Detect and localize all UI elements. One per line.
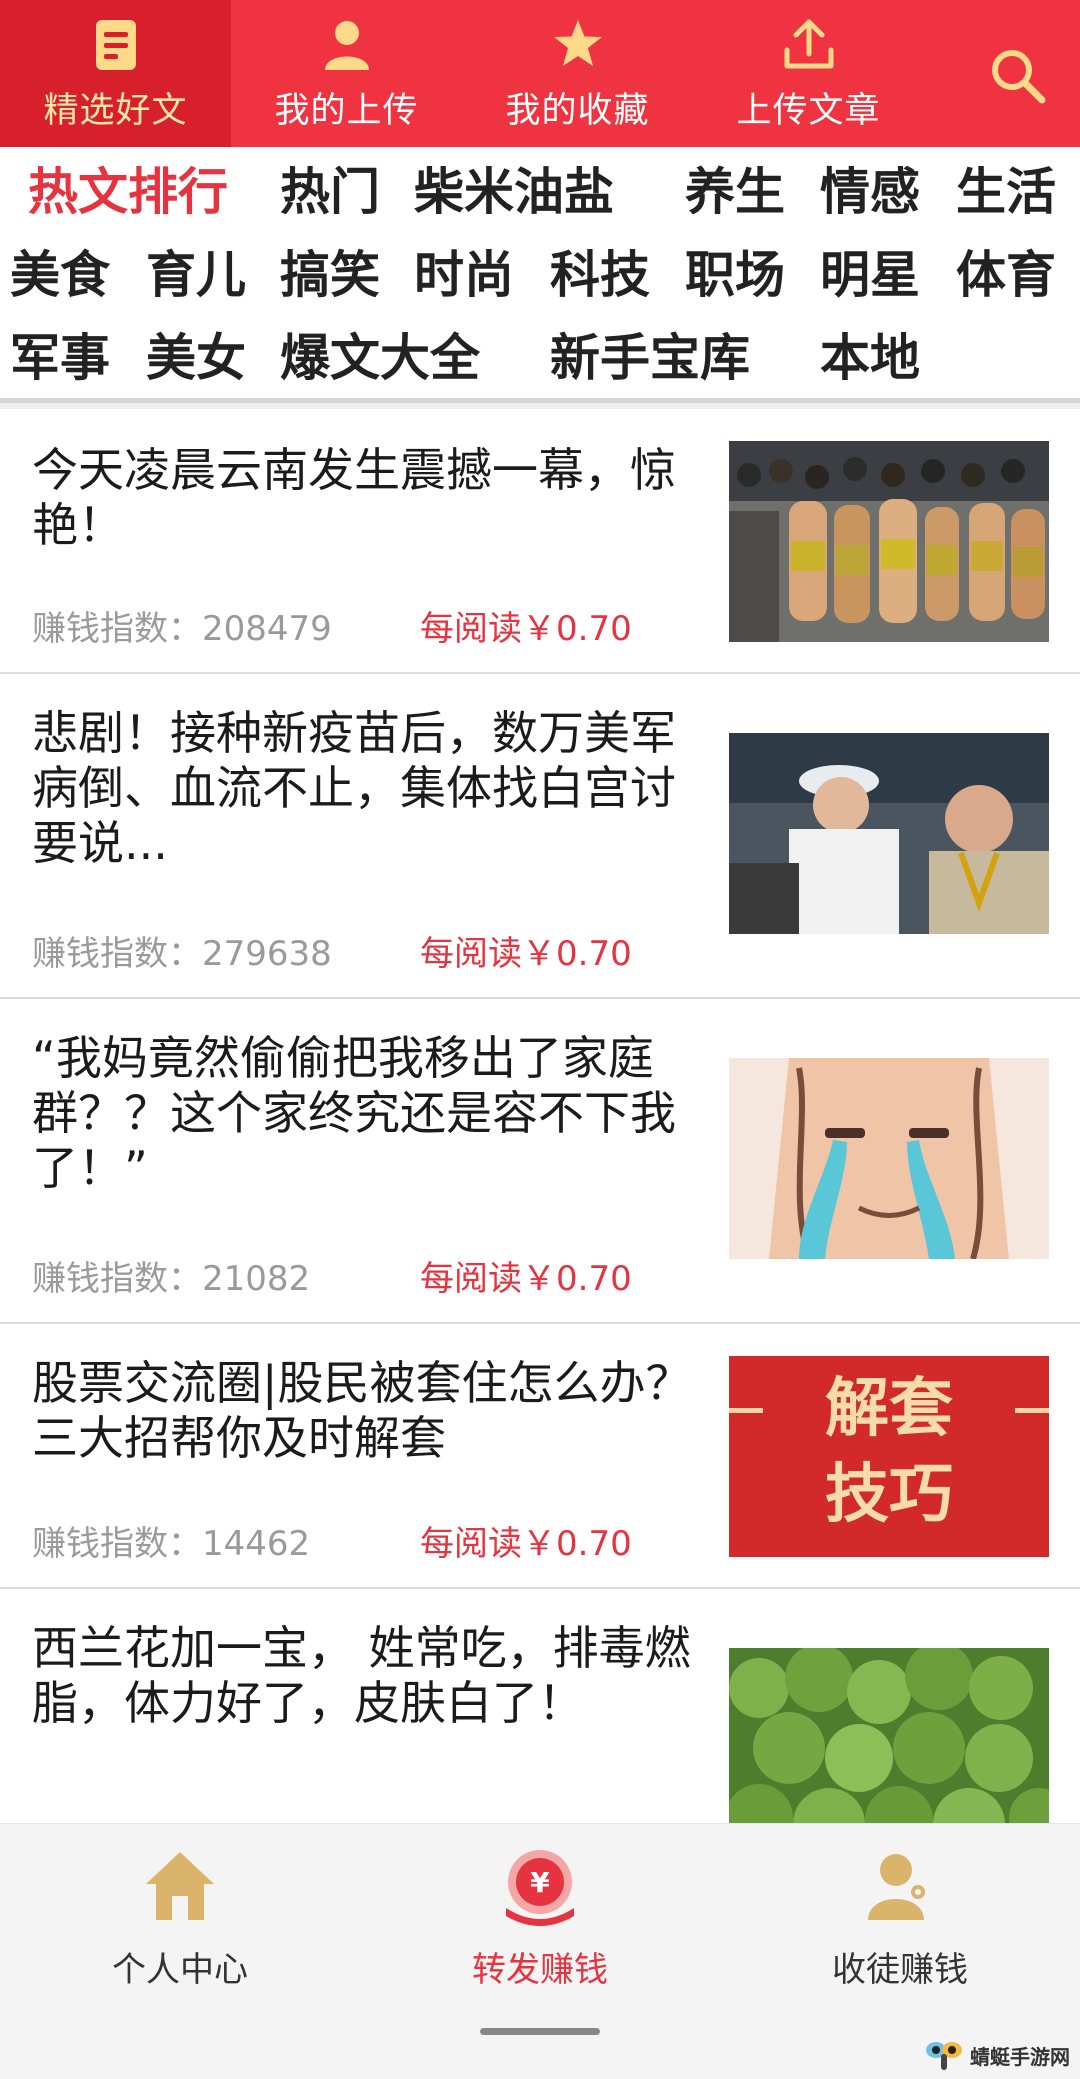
svg-text:¥: ¥ xyxy=(530,1866,550,1899)
search-icon[interactable] xyxy=(986,44,1050,108)
category-item[interactable]: 明星 xyxy=(820,250,920,300)
home-icon xyxy=(146,1852,214,1920)
category-grid: 热文排行 热门 柴米油盐 养生 情感 生活 美食 育儿 搞笑 时尚 科技 职场 … xyxy=(0,147,1080,400)
tab-my-favorites[interactable]: 我的收藏 xyxy=(462,0,693,147)
nav-personal-center[interactable]: 个人中心 xyxy=(50,1846,310,1991)
article-thumbnail[interactable] xyxy=(729,1648,1049,1823)
article-thumbnail[interactable] xyxy=(729,733,1049,934)
article-thumbnail[interactable] xyxy=(729,1058,1049,1259)
article-title[interactable]: 西兰花加一宝， 姓常吃，排毒燃脂，体力好了，皮肤白了！ xyxy=(32,1621,702,1731)
category-item[interactable]: 美食 xyxy=(10,250,110,300)
upload-icon xyxy=(784,19,833,69)
category-item[interactable]: 本地 xyxy=(820,333,920,383)
category-item[interactable]: 情感 xyxy=(820,167,920,217)
article-thumbnail[interactable] xyxy=(729,441,1049,642)
watermark-text: 蜻蜓手游网 xyxy=(970,2044,1070,2069)
category-item[interactable]: 美女 xyxy=(146,333,246,383)
watermark: 蜻蜓手游网 xyxy=(924,2038,1070,2072)
tab-label: 我的上传 xyxy=(274,91,419,131)
category-hot-ranking[interactable]: 热文排行 xyxy=(28,167,228,217)
earning-index: 赚钱指数：21082 xyxy=(32,1259,311,1299)
user-icon xyxy=(324,21,369,70)
list-item[interactable]: 西兰花加一宝， 姓常吃，排毒燃脂，体力好了，皮肤白了！ xyxy=(0,1589,1080,1823)
category-item[interactable]: 时尚 xyxy=(414,250,514,300)
tab-upload-article[interactable]: 上传文章 xyxy=(693,0,924,147)
list-item[interactable]: “我妈竟然偷偷把我移出了家庭群？？这个家终究还是容不下我了！” 赚钱指数：210… xyxy=(0,999,1080,1324)
reward-per-read: 每阅读￥0.70 xyxy=(420,1524,632,1564)
article-list[interactable]: 今天凌晨云南发生震撼一幕，惊艳！ 赚钱指数：208479 每阅读￥0.70 悲剧… xyxy=(0,409,1080,1823)
bottom-nav-bar: 个人中心 ¥ 转发赚钱 收徒赚钱 xyxy=(0,1823,1080,2079)
list-item[interactable]: 股票交流圈|股民被套住怎么办？三大招帮你及时解套 赚钱指数：14462 每阅读￥… xyxy=(0,1324,1080,1589)
category-item[interactable]: 生活 xyxy=(956,167,1056,217)
earning-index: 赚钱指数：208479 xyxy=(32,609,332,649)
home-indicator[interactable] xyxy=(480,2028,600,2035)
top-nav-bar: 精选好文 我的上传 我的收藏 上传文章 xyxy=(0,0,1080,147)
article-title[interactable]: 今天凌晨云南发生震撼一幕，惊艳！ xyxy=(32,443,702,553)
nav-share-earn[interactable]: ¥ 转发赚钱 xyxy=(410,1846,670,1991)
reward-per-read: 每阅读￥0.70 xyxy=(420,1259,632,1299)
thumbnail-text: 技巧 xyxy=(825,1458,953,1532)
earning-index: 赚钱指数：279638 xyxy=(32,934,332,974)
star-icon xyxy=(553,20,602,66)
dragonfly-logo-icon xyxy=(926,2042,962,2070)
yuan-coin-icon: ¥ xyxy=(506,1850,574,1926)
category-item[interactable]: 体育 xyxy=(956,250,1056,300)
category-item[interactable]: 育儿 xyxy=(146,250,246,300)
thumbnail-text: 解套 xyxy=(825,1372,953,1446)
category-item[interactable]: 热门 xyxy=(280,167,380,217)
reward-per-read: 每阅读￥0.70 xyxy=(420,609,632,649)
article-thumbnail[interactable]: 解套 技巧 xyxy=(729,1356,1049,1557)
category-item[interactable]: 搞笑 xyxy=(280,250,380,300)
recruit-user-icon xyxy=(868,1854,929,1920)
tab-my-uploads[interactable]: 我的上传 xyxy=(231,0,462,147)
nav-label: 收徒赚钱 xyxy=(832,1950,968,1990)
tab-label: 我的收藏 xyxy=(505,91,650,131)
article-title[interactable]: 股票交流圈|股民被套住怎么办？三大招帮你及时解套 xyxy=(32,1356,702,1466)
tab-label: 上传文章 xyxy=(736,91,881,131)
list-item[interactable]: 悲剧！接种新疫苗后，数万美军病倒、血流不止，集体找白宫讨要说... 赚钱指数：2… xyxy=(0,674,1080,999)
article-icon xyxy=(95,20,136,70)
category-item[interactable]: 新手宝库 xyxy=(550,333,750,383)
list-item[interactable]: 今天凌晨云南发生震撼一幕，惊艳！ 赚钱指数：208479 每阅读￥0.70 xyxy=(0,409,1080,674)
category-item[interactable]: 爆文大全 xyxy=(280,333,480,383)
category-item[interactable]: 职场 xyxy=(685,250,785,300)
tab-featured-articles[interactable]: 精选好文 xyxy=(0,0,231,147)
nav-label: 转发赚钱 xyxy=(472,1950,608,1990)
category-item[interactable]: 科技 xyxy=(550,250,650,300)
article-title[interactable]: 悲剧！接种新疫苗后，数万美军病倒、血流不止，集体找白宫讨要说... xyxy=(32,706,702,871)
category-item[interactable]: 养生 xyxy=(685,167,785,217)
nav-recruit-earn[interactable]: 收徒赚钱 xyxy=(770,1846,1030,1991)
tab-label: 精选好文 xyxy=(43,91,188,131)
article-title[interactable]: “我妈竟然偷偷把我移出了家庭群？？这个家终究还是容不下我了！” xyxy=(32,1031,702,1196)
category-item[interactable]: 军事 xyxy=(10,333,110,383)
reward-per-read: 每阅读￥0.70 xyxy=(420,934,632,974)
earning-index: 赚钱指数：14462 xyxy=(32,1524,311,1564)
nav-label: 个人中心 xyxy=(112,1950,248,1990)
category-item[interactable]: 柴米油盐 xyxy=(414,167,614,217)
